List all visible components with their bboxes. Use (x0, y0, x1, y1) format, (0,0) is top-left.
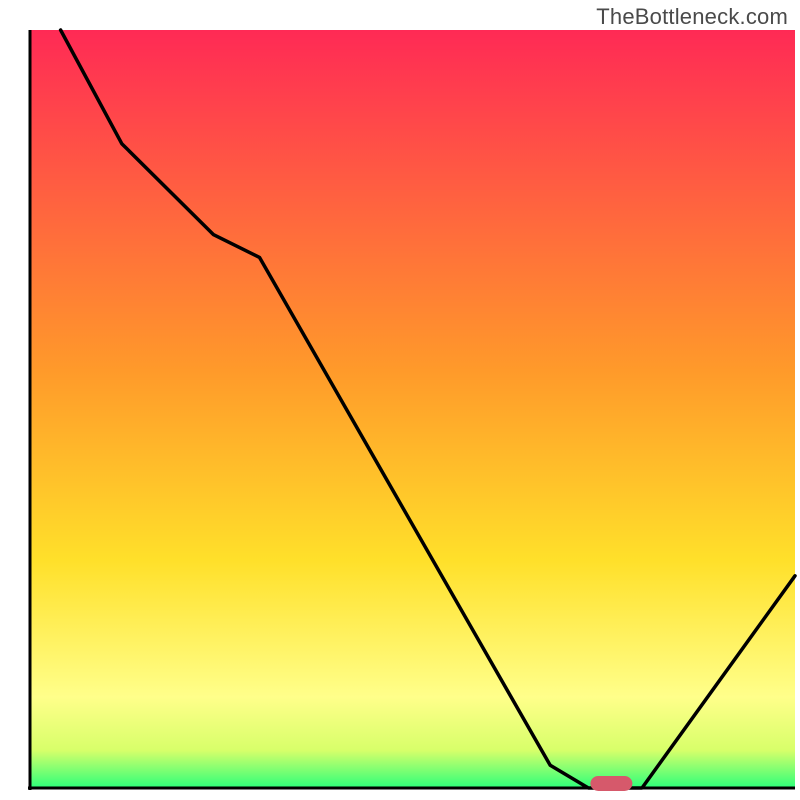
plot-background (30, 30, 795, 788)
watermark-text: TheBottleneck.com (596, 4, 788, 30)
bottleneck-chart: TheBottleneck.com (0, 0, 800, 800)
optimal-marker (590, 776, 632, 791)
chart-svg (0, 0, 800, 800)
